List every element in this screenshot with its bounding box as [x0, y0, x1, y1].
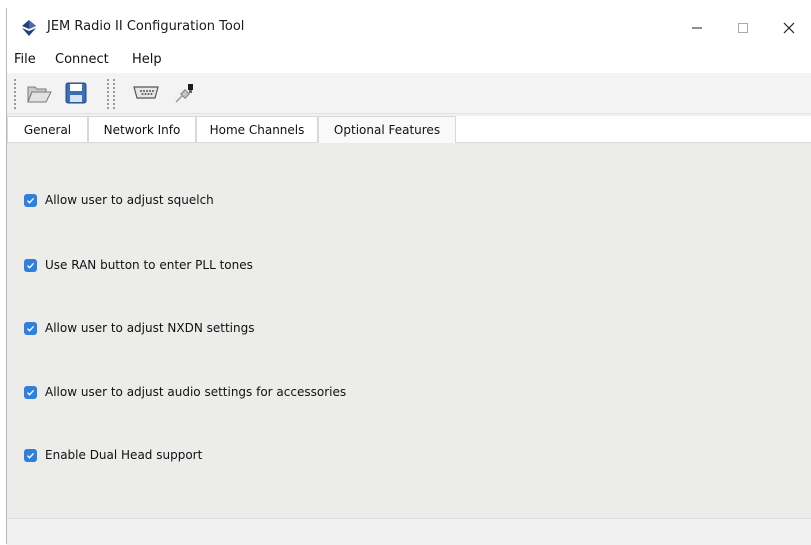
minimize-button[interactable]	[674, 8, 720, 48]
checkmark-icon	[27, 262, 35, 269]
tab-home-channels[interactable]: Home Channels	[196, 116, 318, 142]
connect-plug-icon	[175, 84, 193, 103]
open-button[interactable]	[25, 79, 53, 107]
option-audio-accessories[interactable]: Allow user to adjust audio settings for …	[24, 385, 346, 399]
app-diamond-icon	[21, 20, 37, 36]
tab-strip: General Network Info Home Channels Optio…	[7, 116, 811, 143]
menu-help[interactable]: Help	[132, 52, 162, 67]
option-label: Allow user to adjust squelch	[45, 193, 214, 207]
option-label: Allow user to adjust audio settings for …	[45, 385, 347, 399]
option-label: Use RAN button to enter PLL tones	[45, 258, 253, 272]
app-window: JEM Radio II Configuration Tool File Con…	[6, 8, 811, 545]
tab-general[interactable]: General	[7, 116, 88, 142]
option-dual-head[interactable]: Enable Dual Head support	[24, 448, 202, 462]
maximize-icon	[738, 23, 748, 33]
tab-optional-features[interactable]: Optional Features	[318, 116, 456, 143]
title-bar[interactable]: JEM Radio II Configuration Tool	[7, 8, 811, 48]
toolbar-grip[interactable]	[106, 77, 110, 109]
checkmark-icon	[27, 197, 35, 204]
open-folder-icon	[27, 86, 52, 103]
toolbar-separator	[112, 77, 116, 109]
maximize-button[interactable]	[720, 8, 766, 48]
save-disk-icon	[65, 82, 87, 104]
toolbar-grip[interactable]	[13, 77, 17, 109]
checkbox-checked[interactable]	[24, 258, 37, 272]
option-adjust-nxdn[interactable]: Allow user to adjust NXDN settings	[24, 321, 254, 335]
close-button[interactable]	[766, 8, 811, 48]
menu-bar: File Connect Help	[7, 48, 811, 73]
option-ran-button-pll[interactable]: Use RAN button to enter PLL tones	[24, 258, 253, 272]
option-label: Enable Dual Head support	[45, 448, 203, 462]
tab-network-info[interactable]: Network Info	[88, 116, 196, 142]
option-adjust-squelch[interactable]: Allow user to adjust squelch	[24, 193, 214, 207]
serial-port-icon	[133, 86, 159, 99]
checkbox-checked[interactable]	[24, 321, 37, 335]
checkbox-checked[interactable]	[24, 385, 37, 399]
menu-connect[interactable]: Connect	[55, 52, 109, 67]
status-bar	[7, 518, 811, 545]
checkmark-icon	[27, 452, 35, 459]
toolbar	[7, 73, 811, 114]
save-button[interactable]	[62, 79, 90, 107]
menu-file[interactable]: File	[14, 52, 36, 67]
option-label: Allow user to adjust NXDN settings	[45, 321, 255, 335]
connect-button[interactable]	[171, 79, 199, 107]
close-icon	[783, 22, 795, 34]
optional-features-panel: Allow user to adjust squelch Use RAN but…	[7, 143, 811, 518]
checkmark-icon	[27, 325, 35, 332]
checkbox-checked[interactable]	[24, 193, 37, 207]
minimize-icon	[692, 27, 702, 29]
window-title: JEM Radio II Configuration Tool	[47, 19, 245, 34]
checkbox-checked[interactable]	[24, 448, 37, 462]
checkmark-icon	[27, 389, 35, 396]
serial-port-button[interactable]	[132, 79, 160, 107]
